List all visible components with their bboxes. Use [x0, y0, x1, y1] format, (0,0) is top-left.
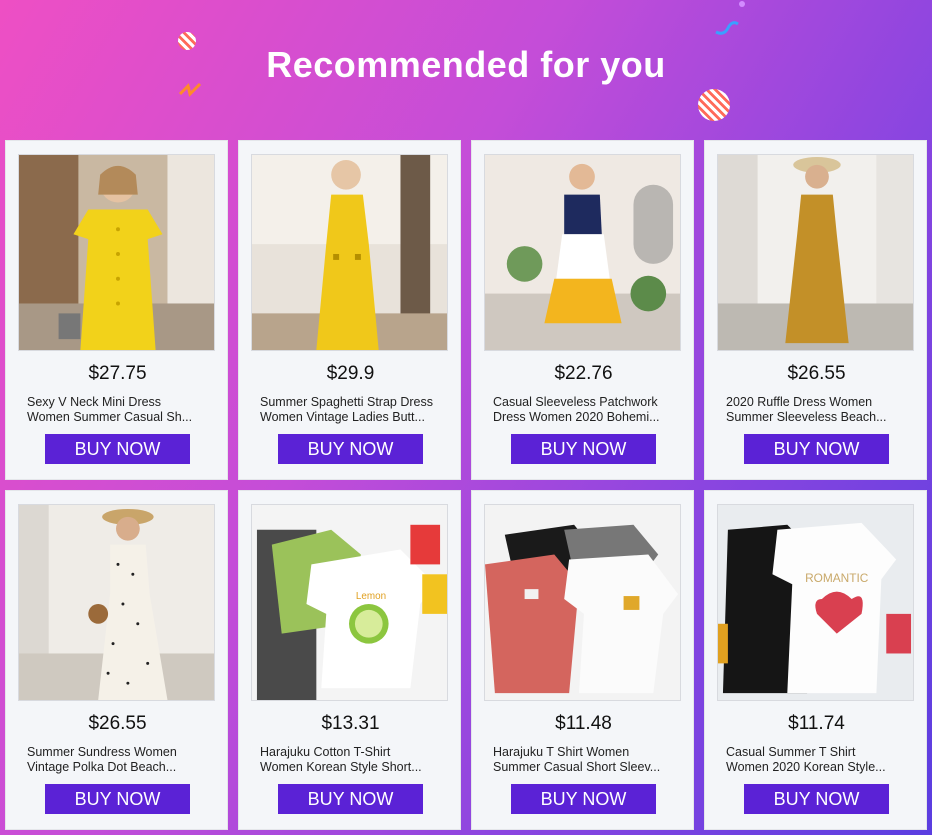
- confetti-decoration-icon: [715, 21, 739, 35]
- product-card[interactable]: $22.76 Casual Sleeveless Patchwork Dress…: [471, 140, 694, 480]
- product-name[interactable]: Harajuku T Shirt Women Summer Casual Sho…: [493, 745, 675, 775]
- product-name[interactable]: Casual Summer T Shirt Women 2020 Korean …: [726, 745, 908, 775]
- product-grid: $27.75 Sexy V Neck Mini Dress Women Summ…: [5, 140, 927, 830]
- product-price: $13.31: [321, 713, 380, 734]
- product-card[interactable]: $27.75 Sexy V Neck Mini Dress Women Summ…: [5, 140, 228, 480]
- svg-text:Lemon: Lemon: [356, 591, 386, 602]
- product-name[interactable]: Summer Spaghetti Strap Dress Women Vinta…: [260, 395, 442, 425]
- striped-ball-decoration-icon: [698, 89, 730, 121]
- product-card[interactable]: $26.55 Summer Sundress Women Vintage Pol…: [5, 490, 228, 830]
- product-card[interactable]: $26.55 2020 Ruffle Dress Women Summer Sl…: [704, 140, 927, 480]
- buy-now-button[interactable]: BUY NOW: [744, 434, 889, 464]
- product-card[interactable]: ROMANTIC $11.74 Casual Summer T Shirt Wo…: [704, 490, 927, 830]
- product-image[interactable]: ROMANTIC: [717, 504, 914, 701]
- buy-now-button[interactable]: BUY NOW: [45, 784, 190, 814]
- product-card[interactable]: $29.9 Summer Spaghetti Strap Dress Women…: [238, 140, 461, 480]
- product-image[interactable]: [251, 154, 448, 351]
- product-price: $29.9: [326, 363, 375, 384]
- product-price: $26.55: [787, 363, 846, 384]
- product-price: $11.48: [555, 713, 612, 734]
- product-image[interactable]: [717, 154, 914, 351]
- product-image[interactable]: Lemon: [251, 504, 448, 701]
- buy-now-button[interactable]: BUY NOW: [511, 434, 656, 464]
- product-image[interactable]: [18, 504, 215, 701]
- header-banner: Recommended for you: [0, 0, 932, 140]
- striped-ball-decoration-icon: [178, 32, 196, 50]
- confetti-decoration-icon: [739, 1, 745, 7]
- page-title: Recommended for you: [266, 44, 666, 85]
- product-price: $27.75: [88, 363, 147, 384]
- product-image[interactable]: [484, 504, 681, 701]
- svg-text:ROMANTIC: ROMANTIC: [805, 571, 869, 585]
- buy-now-button[interactable]: BUY NOW: [278, 434, 423, 464]
- product-price: $22.76: [554, 363, 613, 384]
- buy-now-button[interactable]: BUY NOW: [511, 784, 656, 814]
- buy-now-button[interactable]: BUY NOW: [744, 784, 889, 814]
- product-image[interactable]: [18, 154, 215, 351]
- buy-now-button[interactable]: BUY NOW: [45, 434, 190, 464]
- buy-now-button[interactable]: BUY NOW: [278, 784, 423, 814]
- product-name[interactable]: Casual Sleeveless Patchwork Dress Women …: [493, 395, 675, 425]
- product-price: $11.74: [788, 713, 845, 734]
- product-card[interactable]: $11.48 Harajuku T Shirt Women Summer Cas…: [471, 490, 694, 830]
- product-image[interactable]: [484, 154, 681, 351]
- product-name[interactable]: Harajuku Cotton T-Shirt Women Korean Sty…: [260, 745, 442, 775]
- product-price: $26.55: [88, 713, 147, 734]
- product-card[interactable]: Lemon $13.31 Harajuku Cotton T-Shirt Wom…: [238, 490, 461, 830]
- product-name[interactable]: Summer Sundress Women Vintage Polka Dot …: [27, 745, 209, 775]
- confetti-decoration-icon: [178, 82, 202, 97]
- product-name[interactable]: 2020 Ruffle Dress Women Summer Sleeveles…: [726, 395, 908, 425]
- product-name[interactable]: Sexy V Neck Mini Dress Women Summer Casu…: [27, 395, 209, 425]
